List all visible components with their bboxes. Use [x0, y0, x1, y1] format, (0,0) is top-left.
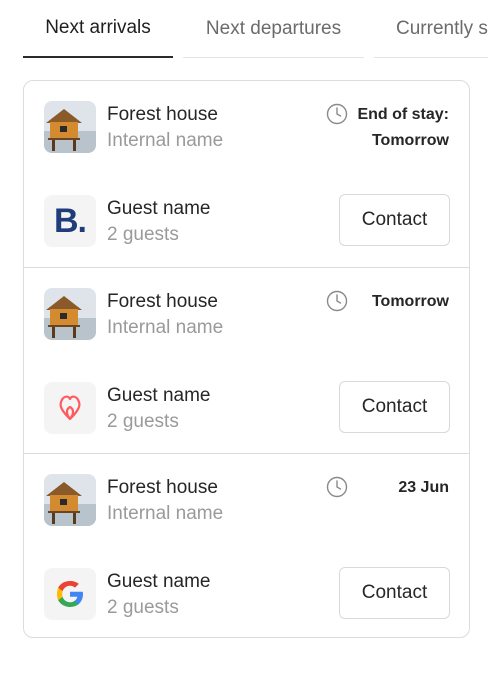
contact-button[interactable]: Contact	[339, 194, 450, 246]
date-value: 23 Jun	[398, 479, 449, 496]
reservation-item: Forest house Internal name Tomorrow Gues…	[24, 267, 469, 453]
google-icon	[44, 568, 96, 620]
contact-button[interactable]: Contact	[339, 567, 450, 619]
date-value: Tomorrow	[371, 132, 449, 149]
tab-bar: Next arrivals Next departures Currently …	[0, 0, 488, 60]
booking-com-icon: B.	[44, 195, 96, 247]
property-name: Forest house	[107, 477, 218, 498]
reservations-card: Forest house Internal name End of stay: …	[23, 80, 470, 638]
guest-count: 2 guests	[107, 597, 179, 618]
property-thumbnail	[44, 101, 96, 153]
guest-count: 2 guests	[107, 224, 179, 245]
tab-currently-staying[interactable]: Currently staying	[374, 0, 488, 58]
clock-icon	[326, 103, 348, 125]
property-internal-name: Internal name	[107, 317, 224, 338]
reservation-item: Forest house Internal name 23 Jun Guest …	[24, 453, 469, 637]
guest-name: Guest name	[107, 198, 211, 219]
property-name: Forest house	[107, 291, 218, 312]
tab-next-arrivals[interactable]: Next arrivals	[23, 0, 173, 58]
property-internal-name: Internal name	[107, 130, 224, 151]
property-name: Forest house	[107, 104, 218, 125]
guest-name: Guest name	[107, 385, 211, 406]
property-thumbnail	[44, 474, 96, 526]
reservation-item: Forest house Internal name End of stay: …	[24, 81, 469, 267]
contact-button[interactable]: Contact	[339, 381, 450, 433]
guest-count: 2 guests	[107, 411, 179, 432]
guest-name: Guest name	[107, 571, 211, 592]
clock-icon	[326, 290, 348, 312]
airbnb-icon	[44, 382, 96, 434]
property-internal-name: Internal name	[107, 503, 224, 524]
date-value: Tomorrow	[371, 293, 449, 310]
property-thumbnail	[44, 288, 96, 340]
tab-next-departures[interactable]: Next departures	[183, 0, 364, 58]
date-label: End of stay:	[357, 106, 449, 123]
clock-icon	[326, 476, 348, 498]
